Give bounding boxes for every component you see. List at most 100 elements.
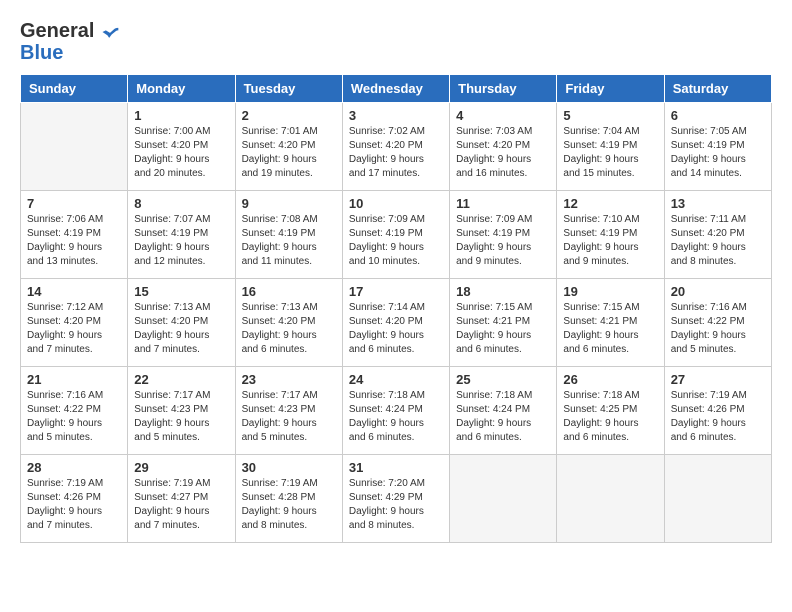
day-info: Sunrise: 7:04 AMSunset: 4:19 PMDaylight:… [563,125,657,181]
calendar-cell: 13 Sunrise: 7:11 AMSunset: 4:20 PMDayligh… [664,191,771,279]
day-number: 28 [27,460,121,475]
calendar-cell: 8 Sunrise: 7:07 AMSunset: 4:19 PMDaylight… [128,191,235,279]
day-number: 14 [27,284,121,299]
day-info: Sunrise: 7:19 AMSunset: 4:26 PMDaylight:… [27,477,121,533]
day-number: 17 [349,284,443,299]
calendar-cell: 26Sunrise: 7:18 AMSunset: 4:25 PMDayligh… [557,367,664,455]
calendar-cell [450,455,557,543]
calendar-cell: 11 Sunrise: 7:09 AMSunset: 4:19 PMDayligh… [450,191,557,279]
calendar-cell: 31Sunrise: 7:20 AMSunset: 4:29 PMDayligh… [342,455,449,543]
calendar-cell: 17 Sunrise: 7:14 AMSunset: 4:20 PMDayligh… [342,279,449,367]
day-info: Sunrise: 7:16 AMSunset: 4:22 PMDaylight:… [671,301,765,357]
calendar-cell [21,103,128,191]
logo: General Blue [20,20,120,64]
day-number: 11 [456,196,550,211]
day-info: Sunrise: 7:12 AMSunset: 4:20 PMDaylight:… [27,301,121,357]
logo-bird-icon [100,22,120,42]
day-number: 21 [27,372,121,387]
calendar-cell: 4Sunrise: 7:03 AMSunset: 4:20 PMDaylight… [450,103,557,191]
calendar-cell: 16Sunrise: 7:13 AMSunset: 4:20 PMDayligh… [235,279,342,367]
calendar-cell: 23Sunrise: 7:17 AMSunset: 4:23 PMDayligh… [235,367,342,455]
day-number: 27 [671,372,765,387]
day-info: Sunrise: 7:02 AMSunset: 4:20 PMDaylight:… [349,125,443,181]
day-number: 22 [134,372,228,387]
calendar-cell: 19Sunrise: 7:15 AMSunset: 4:21 PMDayligh… [557,279,664,367]
day-info: Sunrise: 7:20 AMSunset: 4:29 PMDaylight:… [349,477,443,533]
day-number: 26 [563,372,657,387]
day-info: Sunrise: 7:13 AMSunset: 4:20 PMDaylight:… [134,301,228,357]
day-info: Sunrise: 7:15 AMSunset: 4:21 PMDaylight:… [456,301,550,357]
calendar-cell: 18 Sunrise: 7:15 AMSunset: 4:21 PMDayligh… [450,279,557,367]
day-number: 4 [456,108,550,123]
calendar-cell: 22 Sunrise: 7:17 AMSunset: 4:23 PMDayligh… [128,367,235,455]
calendar-cell: 20Sunrise: 7:16 AMSunset: 4:22 PMDayligh… [664,279,771,367]
calendar-week-4: 21 Sunrise: 7:16 AMSunset: 4:22 PMDayligh… [21,367,772,455]
calendar-cell: 21 Sunrise: 7:16 AMSunset: 4:22 PMDayligh… [21,367,128,455]
day-info: Sunrise: 7:14 AMSunset: 4:20 PMDaylight:… [349,301,443,357]
calendar-cell: 12Sunrise: 7:10 AMSunset: 4:19 PMDayligh… [557,191,664,279]
day-number: 15 [134,284,228,299]
day-info: Sunrise: 7:19 AMSunset: 4:28 PMDaylight:… [242,477,336,533]
day-info: Sunrise: 7:06 AMSunset: 4:19 PMDaylight:… [27,213,121,269]
day-info: Sunrise: 7:09 AMSunset: 4:19 PMDaylight:… [456,213,550,269]
day-number: 10 [349,196,443,211]
logo-general: General [20,20,120,42]
day-info: Sunrise: 7:09 AMSunset: 4:19 PMDaylight:… [349,213,443,269]
day-info: Sunrise: 7:08 AMSunset: 4:19 PMDaylight:… [242,213,336,269]
header-friday: Friday [557,75,664,103]
calendar-cell: 9 Sunrise: 7:08 AMSunset: 4:19 PMDaylight… [235,191,342,279]
calendar-cell: 15 Sunrise: 7:13 AMSunset: 4:20 PMDayligh… [128,279,235,367]
day-info: Sunrise: 7:16 AMSunset: 4:22 PMDaylight:… [27,389,121,445]
calendar-cell: 1 Sunrise: 7:00 AMSunset: 4:20 PMDaylight… [128,103,235,191]
day-number: 5 [563,108,657,123]
day-info: Sunrise: 7:18 AMSunset: 4:24 PMDaylight:… [349,389,443,445]
calendar-cell [664,455,771,543]
calendar-cell: 24 Sunrise: 7:18 AMSunset: 4:24 PMDayligh… [342,367,449,455]
header-monday: Monday [128,75,235,103]
day-number: 1 [134,108,228,123]
day-number: 3 [349,108,443,123]
calendar-cell: 25 Sunrise: 7:18 AMSunset: 4:24 PMDayligh… [450,367,557,455]
day-number: 6 [671,108,765,123]
calendar-week-1: 1 Sunrise: 7:00 AMSunset: 4:20 PMDaylight… [21,103,772,191]
calendar-cell: 10 Sunrise: 7:09 AMSunset: 4:19 PMDayligh… [342,191,449,279]
day-number: 29 [134,460,228,475]
day-info: Sunrise: 7:19 AMSunset: 4:27 PMDaylight:… [134,477,228,533]
day-number: 19 [563,284,657,299]
day-number: 7 [27,196,121,211]
day-info: Sunrise: 7:11 AMSunset: 4:20 PMDaylight:… [671,213,765,269]
calendar-week-5: 28 Sunrise: 7:19 AMSunset: 4:26 PMDayligh… [21,455,772,543]
day-info: Sunrise: 7:07 AMSunset: 4:19 PMDaylight:… [134,213,228,269]
header-sunday: Sunday [21,75,128,103]
calendar-cell: 7 Sunrise: 7:06 AMSunset: 4:19 PMDaylight… [21,191,128,279]
day-number: 8 [134,196,228,211]
calendar-cell: 29 Sunrise: 7:19 AMSunset: 4:27 PMDayligh… [128,455,235,543]
header-tuesday: Tuesday [235,75,342,103]
day-number: 2 [242,108,336,123]
header-thursday: Thursday [450,75,557,103]
day-info: Sunrise: 7:00 AMSunset: 4:20 PMDaylight:… [134,125,228,181]
calendar-cell: 14 Sunrise: 7:12 AMSunset: 4:20 PMDayligh… [21,279,128,367]
calendar-cell: 6Sunrise: 7:05 AMSunset: 4:19 PMDaylight… [664,103,771,191]
day-number: 9 [242,196,336,211]
day-info: Sunrise: 7:01 AMSunset: 4:20 PMDaylight:… [242,125,336,181]
day-number: 18 [456,284,550,299]
day-number: 25 [456,372,550,387]
calendar-cell: 3 Sunrise: 7:02 AMSunset: 4:20 PMDaylight… [342,103,449,191]
calendar-cell: 5 Sunrise: 7:04 AMSunset: 4:19 PMDaylight… [557,103,664,191]
day-number: 24 [349,372,443,387]
day-info: Sunrise: 7:19 AMSunset: 4:26 PMDaylight:… [671,389,765,445]
day-info: Sunrise: 7:17 AMSunset: 4:23 PMDaylight:… [134,389,228,445]
day-number: 12 [563,196,657,211]
day-number: 16 [242,284,336,299]
logo-blue: Blue [20,42,120,64]
calendar-cell: 27 Sunrise: 7:19 AMSunset: 4:26 PMDayligh… [664,367,771,455]
header-wednesday: Wednesday [342,75,449,103]
day-number: 13 [671,196,765,211]
calendar-week-3: 14 Sunrise: 7:12 AMSunset: 4:20 PMDayligh… [21,279,772,367]
calendar-cell: 30Sunrise: 7:19 AMSunset: 4:28 PMDayligh… [235,455,342,543]
calendar-header-row: SundayMondayTuesdayWednesdayThursdayFrid… [21,75,772,103]
calendar-cell: 28 Sunrise: 7:19 AMSunset: 4:26 PMDayligh… [21,455,128,543]
day-info: Sunrise: 7:18 AMSunset: 4:24 PMDaylight:… [456,389,550,445]
calendar-cell [557,455,664,543]
